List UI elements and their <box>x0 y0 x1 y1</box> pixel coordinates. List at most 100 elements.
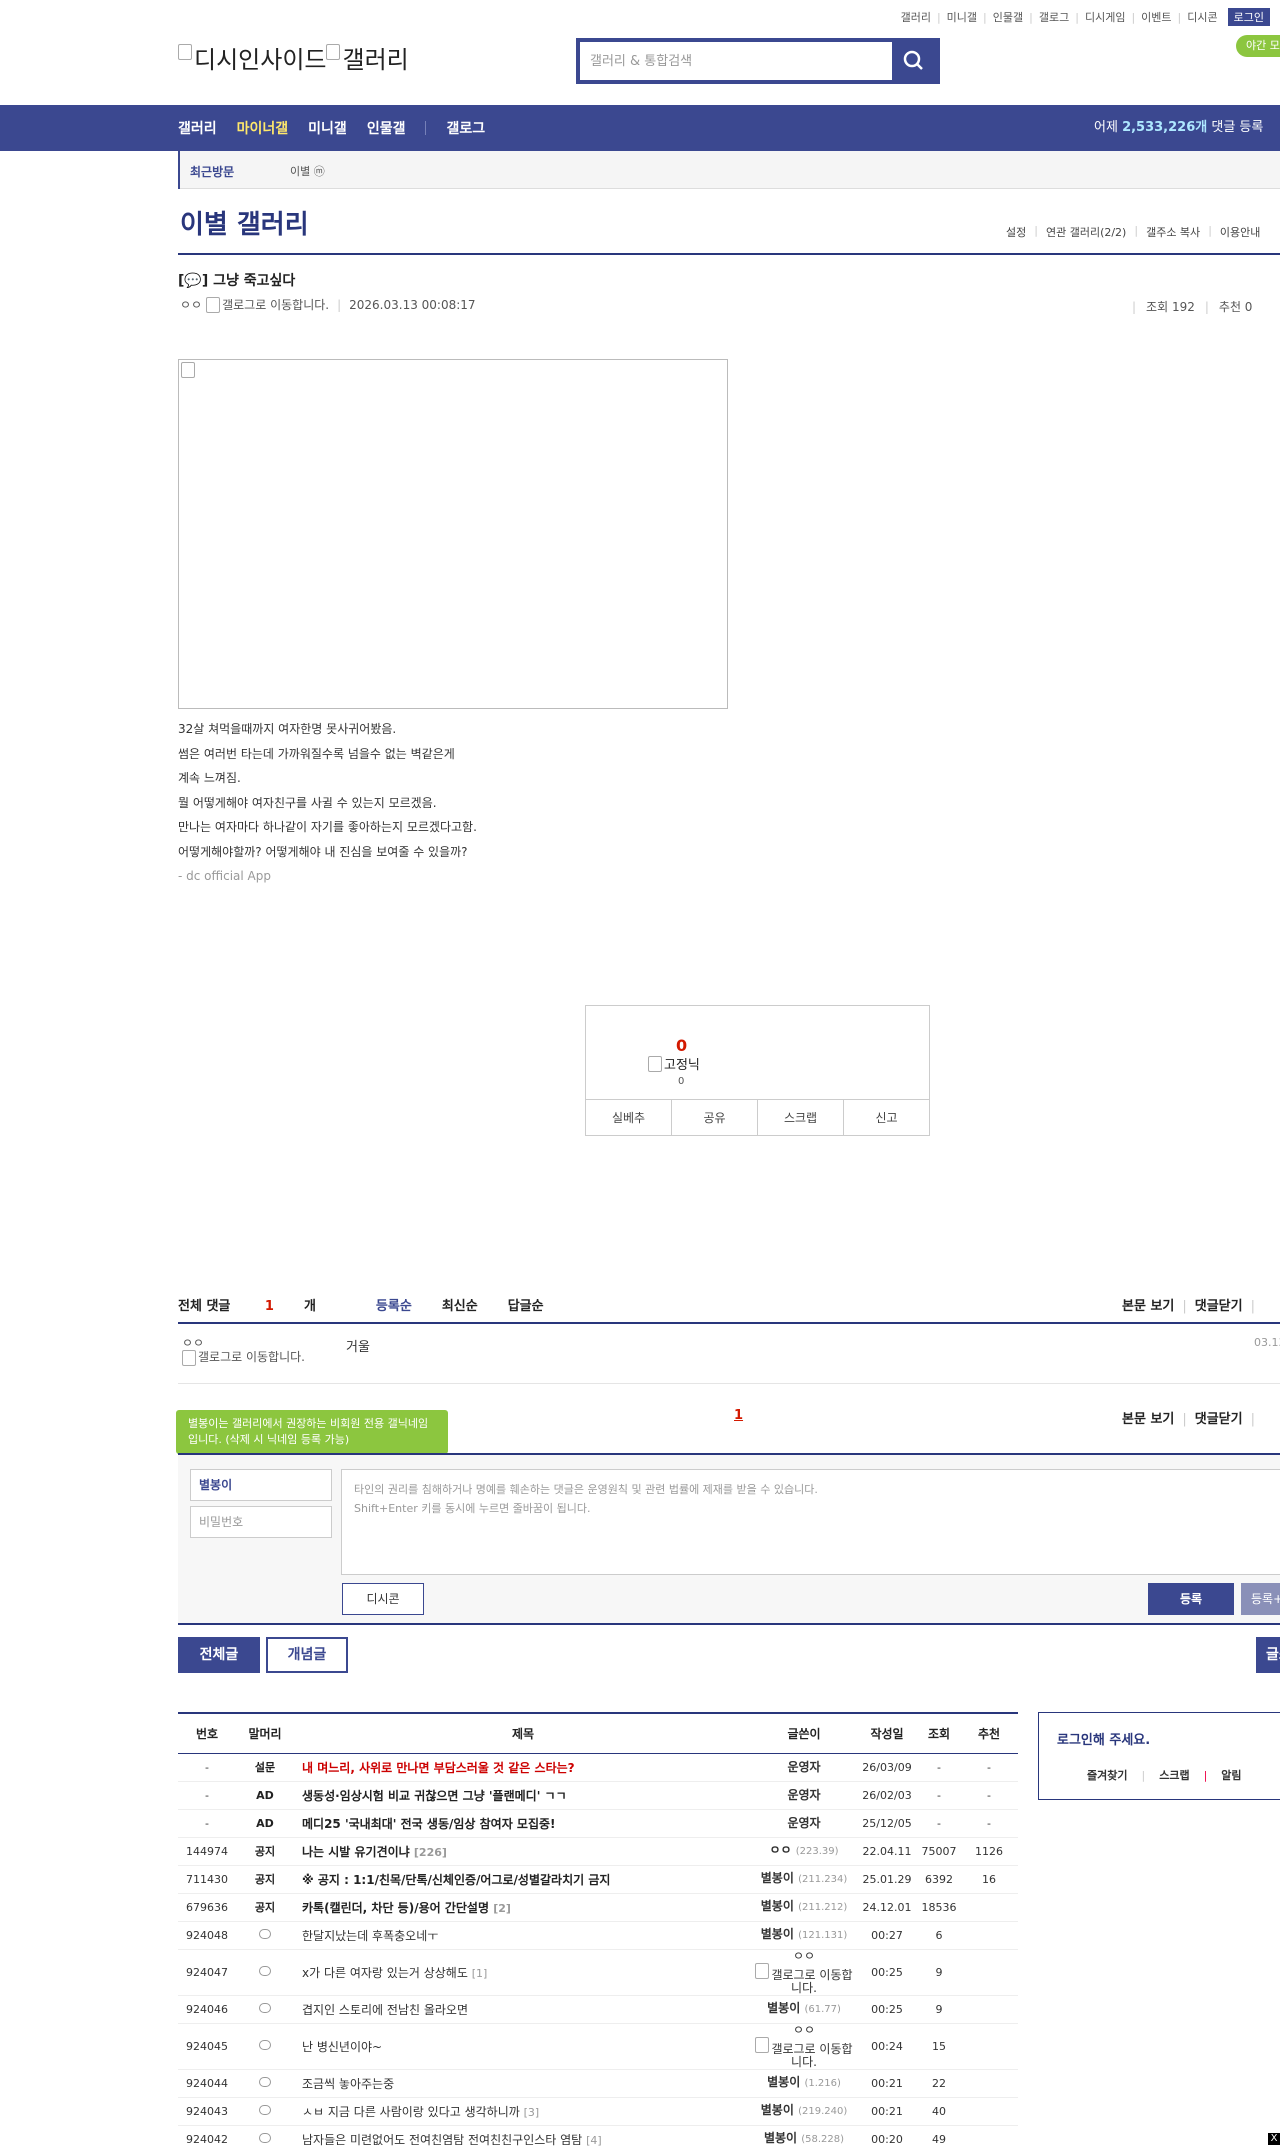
gnb-item[interactable]: 갤로그 <box>446 118 485 138</box>
submit-button[interactable]: 등록 <box>1148 1583 1234 1615</box>
gallery-tool[interactable]: 설정 <box>1006 224 1026 240</box>
dccon-button[interactable]: 디시콘 <box>342 1583 424 1615</box>
password-field[interactable]: 비밀번호 <box>190 1506 332 1538</box>
concept-posts-button[interactable]: 개념글 <box>266 1637 348 1673</box>
post-head <box>236 2023 294 2070</box>
post-title-link[interactable]: x가 다른 여자랑 있는거 상상해도 <box>302 1966 468 1980</box>
table-row[interactable]: 924045 난 병신년이야~ ㅇㅇ 갤로그로 이동합니다. 00:24 15 <box>178 2023 1018 2070</box>
night-mode-toggle[interactable]: 야간 모드 <box>1236 35 1280 57</box>
util-link[interactable]: 미니갤 <box>947 9 977 25</box>
post-title-link[interactable]: 메디25 '국내최대' 전국 생동/임상 참여자 모집중! <box>302 1817 556 1831</box>
table-row[interactable]: - AD 메디25 '국내최대' 전국 생동/임상 참여자 모집중! 운영자 25/1… <box>178 1809 1018 1838</box>
speech-bubble-icon <box>259 1965 271 1976</box>
post-views: - <box>918 1753 960 1782</box>
gallog-icon[interactable] <box>182 1350 196 1366</box>
table-row[interactable]: 679636 공지 카톡(캘린더, 차단 등)/용어 간단설명 [2] 별봉이 (21… <box>178 1893 1018 1922</box>
util-link[interactable]: 디시게임 <box>1085 9 1125 25</box>
recent-visit-item[interactable]: 이별 ⓜ <box>290 163 325 179</box>
all-posts-button[interactable]: 전체글 <box>178 1637 260 1673</box>
gnb-item[interactable]: 마이너갤 <box>237 118 289 138</box>
post-no: 144974 <box>178 1837 236 1866</box>
notification-link[interactable]: 알림 <box>1221 1769 1241 1782</box>
util-link[interactable]: 디시콘 <box>1187 9 1217 25</box>
post-views: 18536 <box>918 1893 960 1922</box>
table-row[interactable]: 924042 남자들은 미련없어도 전여친염탐 전여친친구인스타 염탐 [4] 별봉… <box>178 2125 1018 2149</box>
submit-recommend-button[interactable]: 등록+추천 <box>1241 1583 1280 1638</box>
post-recommend: 추천 0 <box>1218 300 1253 314</box>
post-title-link[interactable]: 조금씩 놓아주는중 <box>302 2077 394 2091</box>
post-title-link[interactable]: 난 병신년이야~ <box>302 2040 382 2054</box>
post-title-link[interactable]: ㅅㅂ 지금 다른 사람이랑 있다고 생각하니까 <box>302 2105 520 2119</box>
table-row[interactable]: 924048 한달지났는데 후폭충오네ㅜ 별봉이 (121.131) 00:27 6 <box>178 1921 1018 1950</box>
table-row[interactable]: 924046 겹지인 스토리에 전남친 올라오면 별봉이 (61.77) 00:25… <box>178 1995 1018 2024</box>
util-link[interactable]: 갤로그 <box>1039 9 1069 25</box>
post-title-link[interactable]: 나는 시발 유기견이냐 <box>302 1845 410 1859</box>
gallery-tool[interactable]: 이용안내 <box>1220 224 1260 240</box>
sort-reply[interactable]: 답글순 <box>508 1295 544 1314</box>
post-recommend <box>960 2125 1018 2149</box>
search-button[interactable] <box>892 42 936 80</box>
comment-page-1[interactable]: 1 <box>734 1408 743 1423</box>
nickname-field[interactable]: 별봉이 <box>190 1469 332 1501</box>
util-link[interactable]: 인물갤 <box>993 9 1023 25</box>
post-no: 924043 <box>178 2097 236 2126</box>
post-recommend <box>960 1995 1018 2024</box>
post-title-link[interactable]: ※ 공지 : 1:1/친목/단톡/신체인증/어그로/성별갈라치기 금지 <box>302 1873 610 1887</box>
sort-register[interactable]: 등록순 <box>376 1295 412 1314</box>
close-comments-button[interactable]: 댓글닫기 <box>1195 1299 1243 1314</box>
share-button[interactable]: 공유 <box>672 1100 758 1135</box>
favorites-link[interactable]: 즐겨찾기 <box>1087 1769 1127 1782</box>
table-row[interactable]: 924047 x가 다른 여자랑 있는거 상상해도 [1] ㅇㅇ 갤로그로 이동합니다… <box>178 1949 1018 1996</box>
gnb-item[interactable]: 미니갤 <box>308 118 347 138</box>
post-title-link[interactable]: 겹지인 스토리에 전남친 올라오면 <box>302 2003 468 2017</box>
view-body-button[interactable]: 본문 보기 <box>1122 1299 1174 1314</box>
post-recommend: - <box>960 1753 1018 1782</box>
post-title-link[interactable]: 카톡(캘린더, 차단 등)/용어 간단설명 <box>302 1901 489 1915</box>
post-head: 공지 <box>236 1837 294 1866</box>
post-nick[interactable]: ㅇㅇ <box>180 296 202 313</box>
login-prompt[interactable]: 로그인해 주세요. <box>1057 1729 1150 1748</box>
scrap-button[interactable]: 스크랩 <box>758 1100 844 1135</box>
gallery-tool[interactable]: 연관 갤러리(2/2) <box>1046 224 1126 240</box>
gnb-item[interactable]: 인물갤 <box>367 118 406 138</box>
post-date: 26/03/09 <box>856 1753 918 1782</box>
table-row[interactable]: 924043 ㅅㅂ 지금 다른 사람이랑 있다고 생각하니까 [3] 별봉이 (21… <box>178 2097 1018 2126</box>
view-body-button[interactable]: 본문 보기 <box>1122 1412 1174 1427</box>
table-row[interactable]: 924044 조금씩 놓아주는중 별봉이 (1.216) 00:21 22 <box>178 2069 1018 2098</box>
post-head <box>236 1921 294 1950</box>
gallery-tool[interactable]: 갤주소 복사 <box>1146 224 1200 240</box>
report-button[interactable]: 신고 <box>844 1100 929 1135</box>
post-date: 00:24 <box>856 2023 918 2070</box>
post-title-link[interactable]: 남자들은 미련없어도 전여친염탐 전여친친구인스타 염탐 <box>302 2133 582 2147</box>
close-icon[interactable]: X <box>1268 2133 1280 2145</box>
gallog-icon[interactable] <box>755 1962 770 1979</box>
table-row[interactable]: 711430 공지 ※ 공지 : 1:1/친목/단톡/신체인증/어그로/성별갈라치기… <box>178 1865 1018 1894</box>
comment-nick[interactable]: ㅇㅇ 갤로그로 이동합니다. <box>182 1336 312 1366</box>
post-title-link[interactable]: 한달지났는데 후폭충오네ㅜ <box>302 1929 438 1943</box>
gnb-item[interactable]: 갤러리 <box>178 118 217 138</box>
login-button[interactable]: 로그인 <box>1227 8 1270 26</box>
gallery-title[interactable]: 이별 갤러리 <box>180 204 309 241</box>
util-link[interactable]: 이벤트 <box>1141 9 1171 25</box>
post-title-link[interactable]: 내 며느리, 사위로 만나면 부담스러울 것 같은 스타는? <box>302 1761 575 1775</box>
gallog-icon[interactable] <box>206 296 221 313</box>
close-comments-button[interactable]: 댓글닫기 <box>1195 1412 1243 1427</box>
write-button[interactable]: 글쓰기 <box>1256 1637 1280 1699</box>
table-row[interactable]: - AD 생동성·임상시험 비교 귀찮으면 그냥 '플랜메디' ㄱㄱ 운영자 26/0… <box>178 1781 1018 1810</box>
best-recommend-button[interactable]: 실베추 <box>586 1100 672 1135</box>
table-row[interactable]: - 설문 내 며느리, 사위로 만나면 부담스러울 것 같은 스타는? 운영자 26/… <box>178 1753 1018 1782</box>
speech-bubble-icon <box>259 2039 271 2050</box>
sort-latest[interactable]: 최신순 <box>442 1295 478 1314</box>
nickname-tooltip: 별봉이는 갤러리에서 권장하는 비회원 전용 갤닉네임입니다. (삭제 시 닉네… <box>176 1410 448 1461</box>
post-title-link[interactable]: 생동성·임상시험 비교 귀찮으면 그냥 '플랜메디' ㄱㄱ <box>302 1789 567 1803</box>
scrap-link[interactable]: 스크랩 <box>1159 1769 1189 1782</box>
site-logo[interactable]: 디시인사이드 갤러리 <box>178 40 409 75</box>
post-title-cell: 겹지인 스토리에 전남친 올라오면 <box>294 1995 752 2024</box>
comment-textarea[interactable]: 타인의 권리를 침해하거나 명예를 훼손하는 댓글은 운영원칙 및 관련 법률에… <box>341 1469 1280 1575</box>
util-link[interactable]: 갤러리 <box>901 9 931 25</box>
table-row[interactable]: 144974 공지 나는 시발 유기견이냐 [226] ㅇㅇ (223.39) 22.0… <box>178 1837 1018 1866</box>
gallog-icon[interactable] <box>755 2036 770 2053</box>
post-writer: 별봉이 (219.240) <box>752 2097 856 2126</box>
search-box <box>576 38 940 84</box>
search-input[interactable] <box>580 42 892 80</box>
